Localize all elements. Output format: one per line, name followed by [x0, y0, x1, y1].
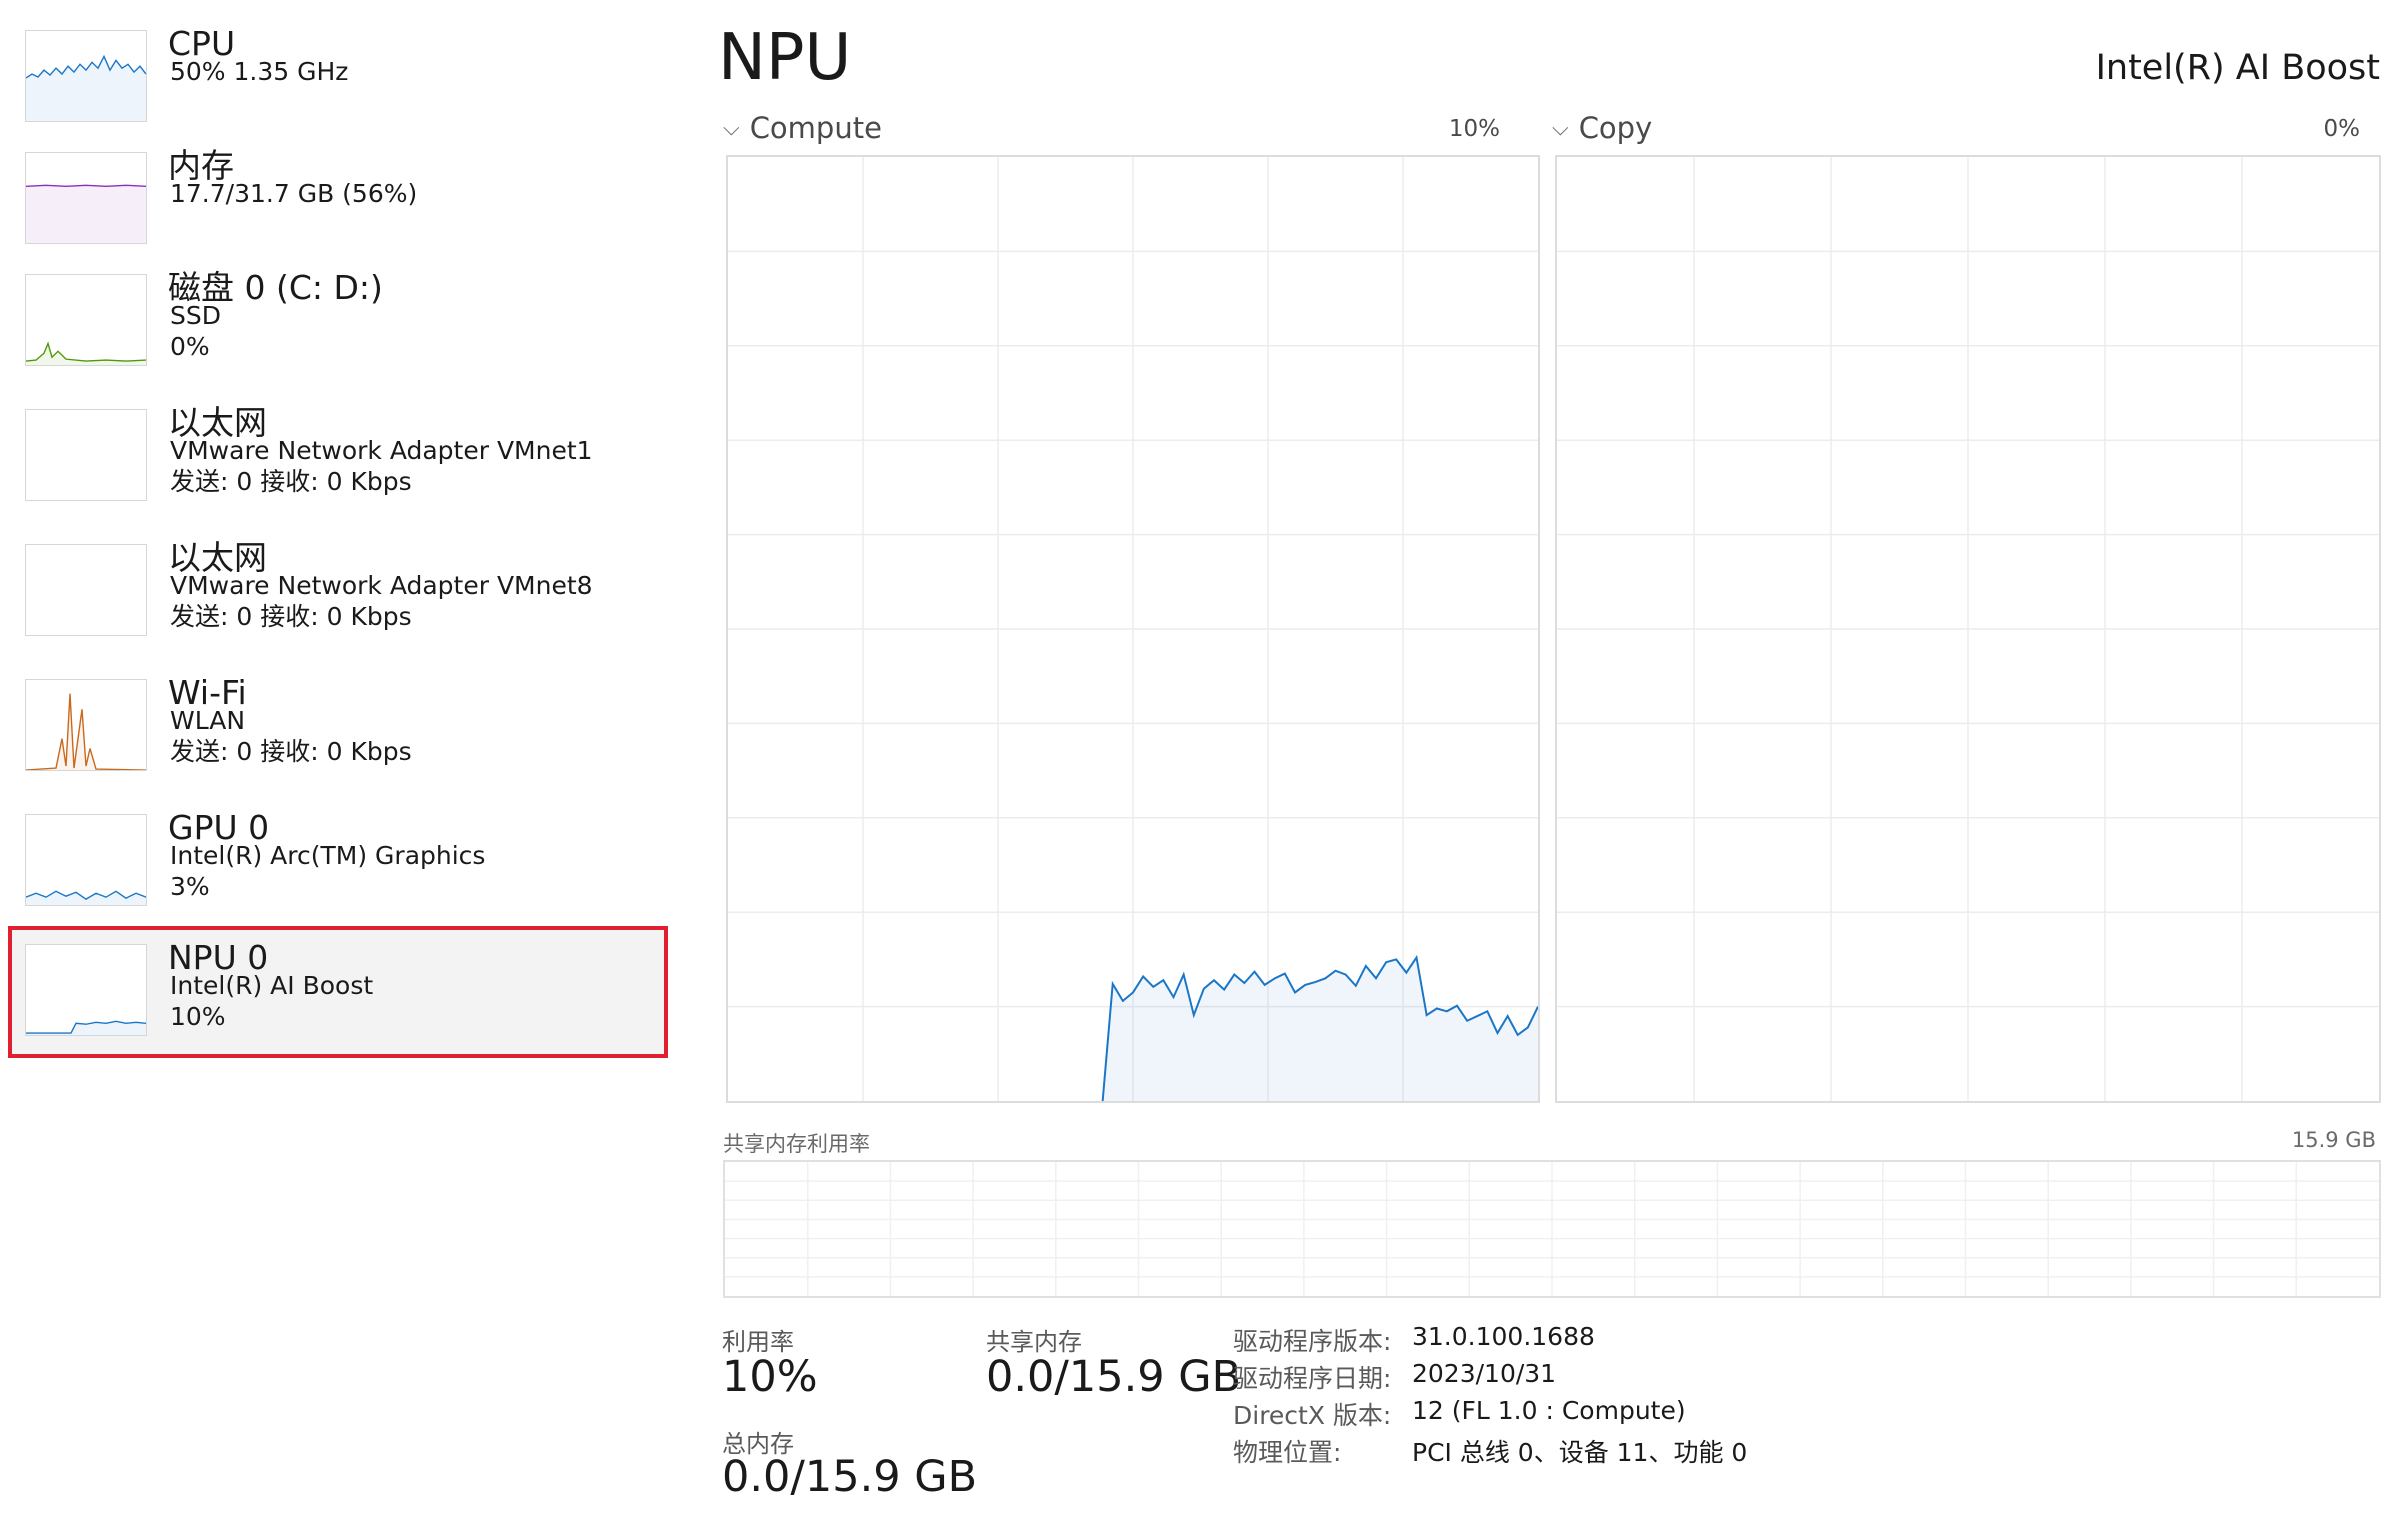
sidebar-item-npu-0[interactable]: NPU 0 Intel(R) AI Boost 10% [8, 926, 668, 1058]
sidebar-item-gpu-0[interactable]: GPU 0 Intel(R) Arc(TM) Graphics 3% [8, 808, 668, 942]
sidebar-item-detail: 发送: 0 接收: 0 Kbps [170, 467, 412, 496]
driver-date-value: 2023/10/31 [1412, 1359, 1557, 1388]
sidebar-item-detail: Intel(R) Arc(TM) Graphics [170, 841, 486, 870]
chevron-down-icon: ⌵ [1552, 116, 1569, 141]
copy-graph-selector[interactable]: ⌵ Copy [1552, 108, 1652, 152]
sidebar-item-wifi[interactable]: Wi-Fi WLAN 发送: 0 接收: 0 Kbps [8, 673, 668, 807]
main-panel: NPU Intel(R) AI Boost ⌵ Compute 10% ⌵ Copy… [700, 0, 2390, 1525]
driver-version-value: 31.0.100.1688 [1412, 1322, 1595, 1351]
driver-date-label: 驱动程序日期: [1233, 1364, 1392, 1393]
utilization-value: 10% [722, 1352, 818, 1402]
sidebar-thumbnail [25, 944, 147, 1036]
sidebar-item-detail: Intel(R) AI Boost [170, 971, 374, 1000]
sidebar-item-detail: VMware Network Adapter VMnet8 [170, 571, 593, 600]
sidebar-thumbnail [25, 679, 147, 771]
page-title: NPU [718, 21, 852, 95]
sidebar-thumbnail [25, 274, 147, 366]
chevron-down-icon: ⌵ [723, 116, 740, 141]
sidebar-thumbnail [25, 152, 147, 244]
compute-chart [728, 157, 1538, 1101]
sidebar-thumbnail [25, 409, 147, 501]
sidebar: CPU 50% 1.35 GHz 内存 17.7/31.7 GB (56%) 磁盘 0 … [0, 0, 680, 1525]
copy-chart [1557, 157, 2379, 1101]
sidebar-thumbnail [25, 30, 147, 122]
compute-series-area [1102, 957, 1538, 1101]
sidebar-item-detail: 发送: 0 接收: 0 Kbps [170, 737, 412, 766]
sidebar-item-detail: WLAN [170, 706, 246, 735]
directx-version-value: 12 (FL 1.0 : Compute) [1412, 1396, 1686, 1425]
directx-version-label: DirectX 版本: [1233, 1401, 1392, 1430]
device-name: Intel(R) AI Boost [2095, 48, 2380, 88]
compute-graph-selector[interactable]: ⌵ Compute [723, 108, 882, 152]
sidebar-item-detail: 发送: 0 接收: 0 Kbps [170, 602, 412, 631]
shared-memory-stat-value: 0.0/15.9 GB [986, 1352, 1242, 1402]
copy-graph [1555, 155, 2381, 1103]
driver-version-label: 驱动程序版本: [1233, 1327, 1392, 1356]
sidebar-item-detail: 17.7/31.7 GB (56%) [170, 179, 418, 208]
shared-memory-max: 15.9 GB [2291, 1128, 2376, 1152]
shared-memory-graph [723, 1160, 2381, 1298]
sidebar-item-disk-0[interactable]: 磁盘 0 (C: D:) SSD 0% [8, 268, 668, 402]
compute-graph [726, 155, 1540, 1103]
sidebar-item-detail: VMware Network Adapter VMnet1 [170, 436, 593, 465]
sidebar-item-cpu[interactable]: CPU 50% 1.35 GHz [8, 24, 668, 158]
sidebar-item-detail: 0% [170, 332, 210, 361]
sidebar-item-memory[interactable]: 内存 17.7/31.7 GB (56%) [8, 146, 668, 280]
sidebar-item-ethernet-vmnet8[interactable]: 以太网 VMware Network Adapter VMnet8 发送: 0 接收… [8, 538, 668, 672]
sidebar-item-detail: 3% [170, 872, 210, 901]
physical-location-value: PCI 总线 0、设备 11、功能 0 [1412, 1438, 1748, 1467]
sidebar-item-detail: SSD [170, 301, 221, 330]
shared-memory-chart [725, 1162, 2379, 1296]
copy-label: Copy [1578, 111, 1653, 145]
sidebar-thumbnail [25, 544, 147, 636]
sidebar-item-detail: 50% 1.35 GHz [170, 57, 349, 86]
sidebar-item-ethernet-vmnet1[interactable]: 以太网 VMware Network Adapter VMnet1 发送: 0 接收… [8, 403, 668, 537]
sidebar-thumbnail [25, 814, 147, 906]
sidebar-item-detail: 10% [170, 1002, 226, 1031]
physical-location-label: 物理位置: [1233, 1438, 1342, 1467]
compute-label: Compute [749, 111, 882, 145]
total-memory-value: 0.0/15.9 GB [722, 1452, 978, 1502]
shared-memory-label: 共享内存利用率 [723, 1132, 870, 1156]
